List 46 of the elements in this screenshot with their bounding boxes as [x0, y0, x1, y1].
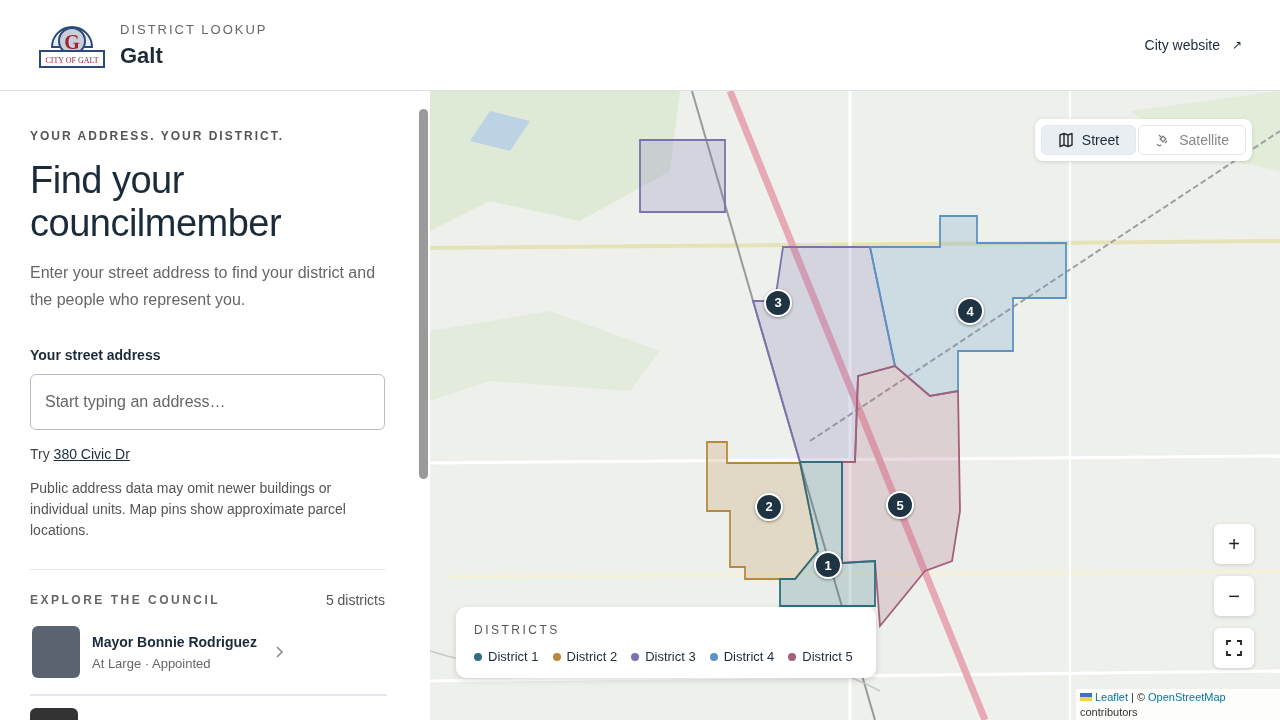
city-website-link[interactable]: City website ↗	[1144, 37, 1242, 53]
page-heading: Find your councilmember	[30, 159, 283, 245]
flag-icon	[1080, 693, 1092, 701]
council-heading: EXPLORE THE COUNCIL	[30, 593, 221, 607]
fullscreen-icon	[1226, 640, 1242, 656]
district-boundary[interactable]	[706, 441, 819, 580]
district-pin[interactable]: 1	[814, 551, 842, 579]
legend-label: District 3	[645, 649, 696, 664]
fullscreen-button[interactable]	[1214, 628, 1254, 668]
example-address-link[interactable]: 380 Civic Dr	[53, 446, 130, 462]
legend-label: District 1	[488, 649, 539, 664]
map-area[interactable]: 1 2 3 4 5 Street Satellite + − DISTRICTS District 1 District 2 District 3 District 4 District 5 Leaflet | © OpenStreetMap contributors	[430, 91, 1280, 720]
app-title: Galt	[120, 42, 164, 69]
district-count: 5 districts	[325, 592, 385, 608]
try-label: Try	[30, 446, 50, 462]
leaflet-link[interactable]: Leaflet	[1095, 691, 1129, 703]
attribution-separator: | ©	[1131, 691, 1146, 703]
zoom-in-button[interactable]: +	[1214, 524, 1254, 564]
member-detail: At Large · Appointed	[92, 655, 212, 671]
district-boundary[interactable]	[841, 365, 961, 629]
address-input-field[interactable]: Start typing an address…	[30, 374, 385, 430]
data-note: Public address data may omit newer buildings or individual units. Map pins show approximate parcel locations.	[30, 479, 347, 540]
photo-placeholder	[32, 626, 80, 678]
intro-text: Enter your street address to find your district and the people who represent you.	[30, 263, 377, 310]
legend-title: DISTRICTS	[474, 623, 561, 637]
legend-label: District 5	[802, 649, 853, 664]
chevron-right-icon	[276, 646, 284, 658]
member-name: Mayor Bonnie Rodriguez	[92, 633, 258, 650]
field-label: Your street address	[30, 347, 162, 363]
district-pin[interactable]: 5	[886, 491, 914, 519]
openstreetmap-link[interactable]: OpenStreetMap	[1148, 691, 1226, 703]
legend-label: District 4	[723, 649, 775, 664]
app-eyebrow: DISTRICT LOOKUP	[120, 21, 268, 37]
lake-area	[470, 111, 530, 151]
district-pin[interactable]: 4	[956, 297, 984, 325]
layer-tab[interactable]: Satellite	[1138, 125, 1246, 155]
section-eyebrow: YOUR ADDRESS. YOUR DISTRICT.	[30, 129, 286, 143]
district-pin[interactable]: 2	[755, 493, 783, 521]
attribution-text: contributors	[1080, 706, 1139, 718]
district-pin[interactable]: 3	[764, 289, 792, 317]
council-member-item[interactable]: Mayor Bonnie Rodriguez At Large · Appointed	[30, 608, 387, 696]
legend-label: District 2	[566, 649, 618, 664]
zoom-out-button[interactable]: −	[1214, 576, 1254, 616]
layer-tab[interactable]: Street	[1040, 125, 1137, 155]
map-icon	[1057, 132, 1074, 148]
district-boundary[interactable]	[779, 461, 876, 607]
